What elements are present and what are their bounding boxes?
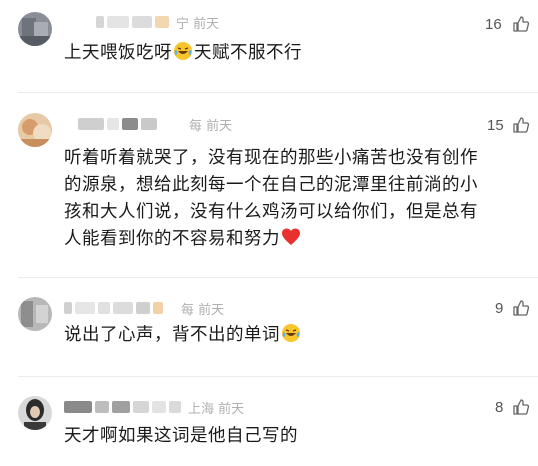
- like-count: 16: [485, 16, 502, 33]
- username-blur: [136, 302, 150, 314]
- comment-text-part: 天赋不服不行: [194, 43, 302, 63]
- laughing-tears-emoji: [282, 324, 300, 342]
- username-blur: [95, 401, 109, 413]
- like-count: 8: [495, 399, 504, 416]
- username-blur: [98, 302, 110, 314]
- username-blur: [132, 16, 152, 28]
- username-row[interactable]: 宁 前天: [96, 14, 220, 32]
- avatar[interactable]: [18, 396, 52, 430]
- comment-meta: 每 前天: [189, 118, 233, 134]
- divider: [18, 92, 538, 93]
- username-blur: [78, 118, 104, 130]
- comment-line: 听着听着就哭了，没有现在的那些小痛苦也没有创作: [64, 148, 478, 168]
- comment-text: 天才啊如果这词是他自己写的: [64, 423, 518, 450]
- thumbs-up-icon[interactable]: [512, 15, 530, 33]
- comment-text: 上天喂饭吃呀 天赋不服不行: [64, 40, 518, 67]
- like-count: 15: [487, 117, 504, 134]
- username-blur: [152, 401, 166, 413]
- like-count: 9: [495, 300, 504, 317]
- avatar[interactable]: [18, 12, 52, 46]
- comment-text-part: 说出了心声，背不出的单词: [64, 325, 280, 345]
- username-row[interactable]: 每 前天: [64, 300, 225, 318]
- thumbs-up-icon[interactable]: [512, 398, 530, 416]
- thumbs-up-icon[interactable]: [512, 116, 530, 134]
- comment-text: 说出了心声，背不出的单词: [64, 322, 518, 349]
- comment-meta: 宁 前天: [176, 16, 220, 32]
- comment-line: 孩和大人们说，没有什么鸡汤可以给你们，但是总有: [64, 202, 478, 222]
- username-blur: [64, 401, 92, 413]
- username-blur: [112, 401, 130, 413]
- avatar[interactable]: [18, 113, 52, 147]
- comment-text-part: 人能看到你的不容易和努力: [64, 229, 280, 249]
- comment-meta: 上海 前天: [188, 401, 245, 417]
- username-blur: [107, 118, 119, 130]
- username-blur: [153, 302, 163, 314]
- laughing-tears-emoji: [174, 42, 192, 60]
- red-heart-emoji: [282, 228, 300, 245]
- comment-line: 的源泉，想给此刻每一个在自己的泥潭里往前淌的小: [64, 175, 478, 195]
- comment-line-last: 人能看到你的不容易和努力: [64, 226, 518, 253]
- username-blur: [133, 401, 149, 413]
- username-blur: [155, 16, 169, 28]
- divider: [18, 277, 538, 278]
- username-row[interactable]: 每 前天: [78, 116, 233, 134]
- comment-meta: 每 前天: [181, 302, 225, 318]
- comment-text: 听着听着就哭了，没有现在的那些小痛苦也没有创作 的源泉，想给此刻每一个在自己的泥…: [64, 145, 518, 253]
- username-row[interactable]: 上海 前天: [64, 399, 245, 417]
- comment-text-part: 天才啊如果这词是他自己写的: [64, 426, 298, 446]
- username-blur: [75, 302, 95, 314]
- username-blur: [107, 16, 129, 28]
- username-blur: [122, 118, 138, 130]
- thumbs-up-icon[interactable]: [512, 299, 530, 317]
- avatar[interactable]: [18, 297, 52, 331]
- username-blur: [64, 302, 72, 314]
- username-blur: [96, 16, 104, 28]
- username-blur: [169, 401, 181, 413]
- divider: [18, 376, 538, 377]
- comment-list: 宁 前天 16 上天喂饭吃呀 天赋不服不行 每 前天 15 听着听着就哭了，没有…: [0, 0, 538, 466]
- username-blur: [113, 302, 133, 314]
- comment-text-part: 上天喂饭吃呀: [64, 43, 172, 63]
- username-blur: [141, 118, 157, 130]
